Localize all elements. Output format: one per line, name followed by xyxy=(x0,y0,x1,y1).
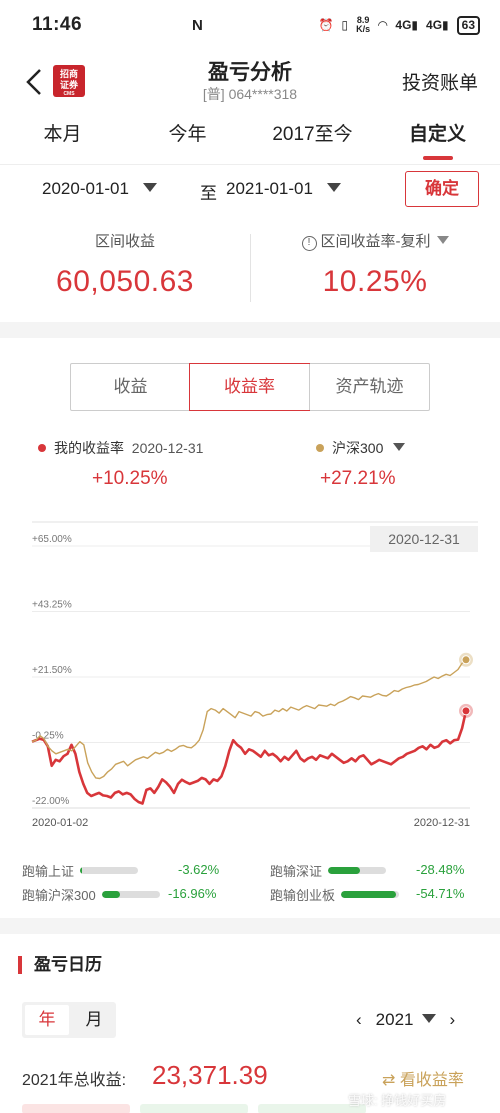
signal-icon-1: 4G▮ xyxy=(395,18,419,32)
index-dot-icon xyxy=(316,444,324,452)
tab-this-month[interactable]: 本月 xyxy=(0,112,125,164)
x-tick-end: 2020-12-31 xyxy=(414,817,470,829)
wifi-icon: ◠ xyxy=(378,18,388,32)
view-return-rate-link[interactable]: ⇄ 看收益率 xyxy=(382,1066,464,1090)
calendar-granularity-toggle: 年 月 xyxy=(22,1002,116,1038)
tab-return-rate[interactable]: 收益率 xyxy=(189,363,310,411)
beat-chinext-value: -54.71% xyxy=(416,886,465,901)
swap-icon: ⇄ xyxy=(382,1072,400,1089)
return-chart[interactable]: +65.00%+43.25%+21.50%-0.25%-22.00%2020-0… xyxy=(0,518,500,848)
year-total-label: 2021年总收益: xyxy=(22,1072,127,1089)
profit-calendar: 盈亏日历 年 月 ‹ 2021 › 2021年总收益: 23,371.39 ⇄ … xyxy=(0,934,500,1113)
chevron-down-icon xyxy=(142,183,157,192)
beat-chinext: 跑输创业板 xyxy=(270,884,400,904)
nfc-icon: N xyxy=(192,16,203,34)
beat-bar xyxy=(80,866,139,874)
beat-shenzhen: 跑输深证 xyxy=(270,860,387,880)
prev-year-icon[interactable]: ‹ xyxy=(356,1010,362,1030)
tab-custom[interactable]: 自定义 xyxy=(375,112,500,164)
x-tick-start: 2020-01-02 xyxy=(32,817,88,829)
legend-mine: 我的收益率 2020-12-31 xyxy=(38,438,203,458)
beat-bar-fill xyxy=(341,890,397,898)
end-date-picker[interactable]: 2021-01-01 xyxy=(226,179,341,199)
beat-bar xyxy=(101,890,160,898)
signal-icon-2: 4G▮ xyxy=(426,18,449,32)
chart-card: 收益 收益率 资产轨迹 我的收益率 2020-12-31 +10.25% 沪深3… xyxy=(0,338,500,918)
year-selector[interactable]: 2021 xyxy=(376,1010,436,1030)
y-tick-label: +65.00% xyxy=(32,534,72,545)
chart-mode-tabs: 收益 收益率 资产轨迹 xyxy=(70,363,430,411)
beat-bar xyxy=(341,890,400,898)
calendar-title: 盈亏日历 xyxy=(18,956,102,974)
tab-since-2017[interactable]: 2017至今 xyxy=(250,112,375,164)
chevron-down-icon xyxy=(421,1014,436,1023)
beat-hs300: 跑输沪深300 xyxy=(22,884,160,904)
legend-index-value: +27.21% xyxy=(320,468,396,489)
vibrate-icon: ▯ xyxy=(341,18,349,32)
alarm-icon: ⏰ xyxy=(318,18,334,32)
status-icons: ⏰ ▯ 8.9 K/s ◠ 4G▮ 4G▮ 63 xyxy=(318,15,480,35)
network-speed: 8.9 K/s xyxy=(356,15,371,34)
tab-year[interactable]: 年 xyxy=(25,1005,69,1035)
title-bar: 招商 证券 CMS 盈亏分析 [普] 064****318 投资账单 xyxy=(0,50,500,112)
beat-shanghai: 跑输上证 xyxy=(22,860,139,880)
date-to-label: 至 xyxy=(200,184,217,203)
chevron-down-icon xyxy=(436,236,449,244)
tab-this-year[interactable]: 今年 xyxy=(125,112,250,164)
y-tick-label: +21.50% xyxy=(32,665,72,676)
info-icon[interactable]: ! xyxy=(301,236,317,251)
mine-dot-icon xyxy=(38,444,46,452)
year-total-value: 23,371.39 xyxy=(152,1060,268,1090)
interval-profit-value: 60,050.63 xyxy=(56,265,194,298)
page: 11:46 N ⏰ ▯ 8.9 K/s ◠ 4G▮ 4G▮ 63 招商 证券 CMS… xyxy=(0,0,500,1113)
beat-hs300-value: -16.96% xyxy=(168,886,217,901)
next-year-icon[interactable]: › xyxy=(450,1010,456,1030)
legend-mine-value: +10.25% xyxy=(92,468,168,489)
tab-asset-trajectory[interactable]: 资产轨迹 xyxy=(309,364,429,410)
beat-shanghai-value: -3.62% xyxy=(178,862,220,877)
chevron-down-icon xyxy=(326,183,341,192)
calendar-cell[interactable] xyxy=(140,1104,248,1113)
beat-bar xyxy=(328,866,387,874)
summary-panel: 区间收益 60,050.63 ! 区间收益率-复利 10.25% xyxy=(0,212,500,322)
interval-return: ! 区间收益率-复利 10.25% xyxy=(250,230,500,299)
beat-bar-fill xyxy=(101,890,121,898)
watermark: 雪球: 挣钱好买房 xyxy=(348,1093,447,1108)
tab-profit[interactable]: 收益 xyxy=(71,364,190,410)
y-tick-label: -22.00% xyxy=(32,796,69,807)
series-line-hs300 xyxy=(31,659,467,780)
interval-return-selector[interactable]: ! 区间收益率-复利 xyxy=(250,230,500,251)
beat-shenzhen-value: -28.48% xyxy=(416,862,465,877)
start-date-picker[interactable]: 2020-01-01 xyxy=(42,179,157,199)
calendar-cell[interactable] xyxy=(22,1104,130,1113)
interval-profit: 区间收益 60,050.63 xyxy=(0,230,250,299)
tab-month[interactable]: 月 xyxy=(72,1002,116,1038)
date-filter: 2020-01-01 至 2021-01-01 确定 xyxy=(0,164,500,212)
beat-bar-fill xyxy=(328,866,360,874)
year-navigator: ‹ 2021 › xyxy=(356,1010,455,1030)
chart-date-tag: 2020-12-31 xyxy=(370,526,478,552)
period-tabs: 本月 今年 2017至今 自定义 xyxy=(0,112,500,164)
interval-profit-label: 区间收益 xyxy=(94,233,155,250)
chevron-down-icon xyxy=(393,443,406,451)
beat-bar-fill xyxy=(80,866,83,874)
interval-return-value: 10.25% xyxy=(322,265,428,298)
y-tick-label: +43.25% xyxy=(32,600,72,611)
end-point xyxy=(461,706,471,716)
legend-index-selector[interactable]: 沪深300 xyxy=(316,438,406,458)
status-bar: 11:46 N ⏰ ▯ 8.9 K/s ◠ 4G▮ 4G▮ 63 xyxy=(0,0,500,50)
investment-statement-link[interactable]: 投资账单 xyxy=(402,68,478,95)
battery-icon: 63 xyxy=(456,15,480,35)
end-point xyxy=(461,655,471,665)
confirm-button[interactable]: 确定 xyxy=(405,171,479,207)
series-line-mine xyxy=(31,710,468,805)
status-time: 11:46 xyxy=(32,14,83,35)
